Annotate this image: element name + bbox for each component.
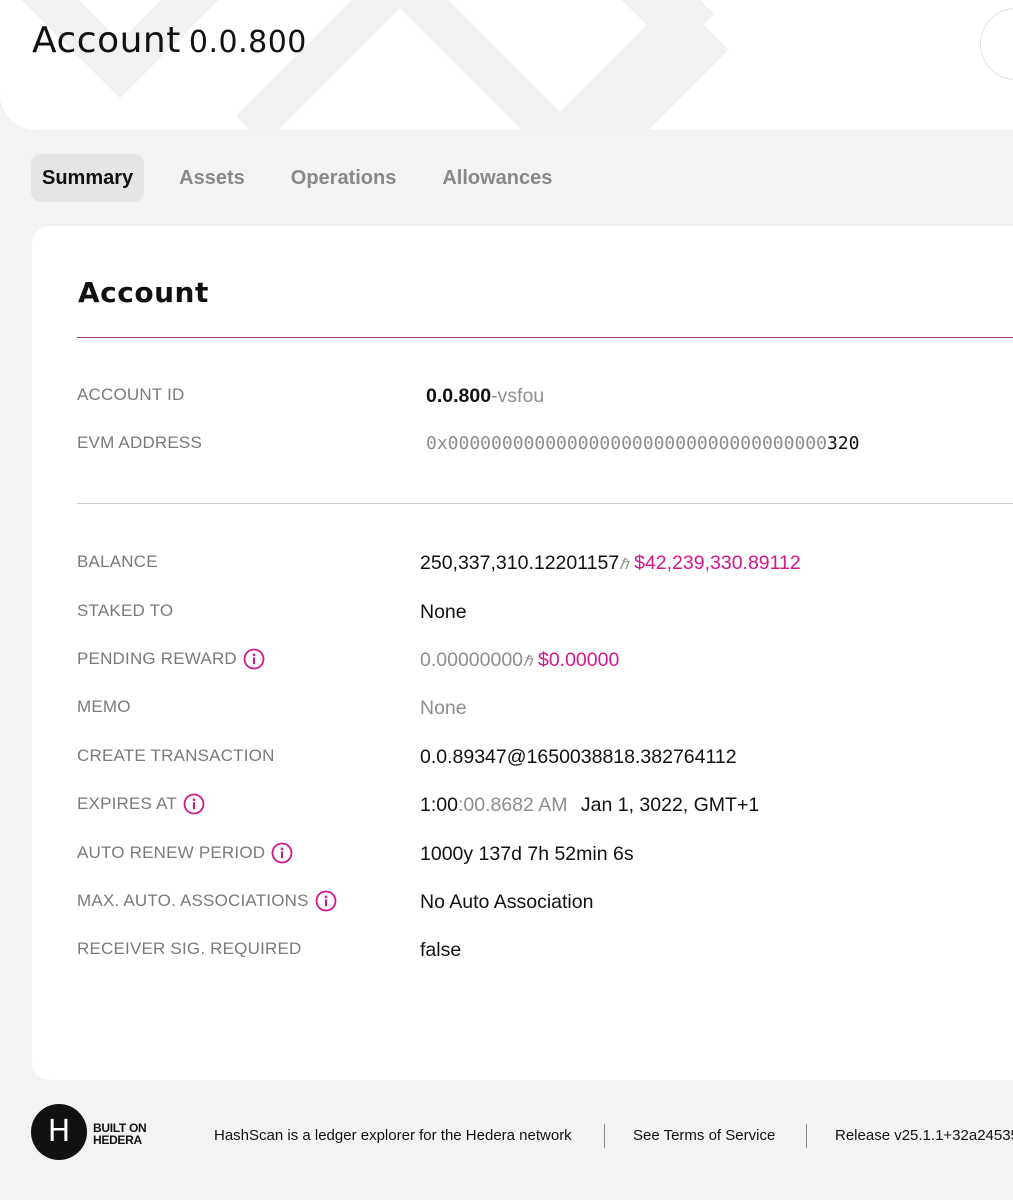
account-id-value: 0.0.800-vsfou xyxy=(426,383,544,409)
info-circle-icon[interactable] xyxy=(243,648,265,670)
staked-to-value: None xyxy=(420,601,467,623)
auto-renew-label-wrap: AUTO RENEW PERIOD xyxy=(77,841,293,865)
title-divider xyxy=(77,337,1013,338)
tab-allowances[interactable]: Allowances xyxy=(431,154,563,202)
max-assoc-value: No Auto Association xyxy=(420,891,594,913)
max-assoc-label: MAX. AUTO. ASSOCIATIONS xyxy=(77,891,309,910)
row-evm-address: EVM ADDRESS 0x00000000000000000000000000… xyxy=(77,431,1013,461)
row-create-transaction: CREATE TRANSACTION 0.0.89347@1650038818.… xyxy=(77,744,1013,774)
row-max-auto-associations: MAX. AUTO. ASSOCIATIONS No Auto Associat… xyxy=(77,889,1013,919)
built-on-line2: HEDERA xyxy=(93,1133,142,1147)
card-title: Account xyxy=(78,276,209,309)
account-id-checksum: -vsfou xyxy=(491,385,545,407)
account-card: Account ACCOUNT ID 0.0.800-vsfou EVM ADD… xyxy=(32,226,1013,1080)
row-auto-renew-period: AUTO RENEW PERIOD 1000y 137d 7h 52min 6s xyxy=(77,841,1013,871)
tab-bar: Summary Assets Operations Allowances xyxy=(31,154,587,202)
row-receiver-sig-required: RECEIVER SIG. REQUIRED false xyxy=(77,937,1013,967)
section-divider xyxy=(77,503,1013,504)
expires-time-fraction: :00.8682 AM xyxy=(457,794,568,816)
create-transaction-label: CREATE TRANSACTION xyxy=(77,746,275,765)
max-assoc-label-wrap: MAX. AUTO. ASSOCIATIONS xyxy=(77,889,337,913)
evm-address-label: EVM ADDRESS xyxy=(77,433,203,452)
auto-renew-label: AUTO RENEW PERIOD xyxy=(77,843,266,862)
row-account-id: ACCOUNT ID 0.0.800-vsfou xyxy=(77,383,1013,413)
balance-label: BALANCE xyxy=(77,552,158,571)
expires-at-value: 1:00:00.8682 AM Jan 1, 3022, GMT+1 xyxy=(420,792,759,818)
info-circle-icon[interactable] xyxy=(271,842,293,864)
tab-summary[interactable]: Summary xyxy=(31,154,145,202)
balance-usd: $42,239,330.89112 xyxy=(634,552,801,574)
evm-address-prefix: 0x00000000000000000000000000000000000 xyxy=(426,433,827,454)
expires-at-label-wrap: EXPIRES AT xyxy=(77,792,205,816)
page-header: Account 0.0.800 xyxy=(0,0,1013,130)
pending-reward-label: PENDING REWARD xyxy=(77,649,237,668)
account-id-number: 0.0.800 xyxy=(426,385,492,407)
expires-date: Jan 1, 3022, GMT+1 xyxy=(580,794,760,816)
account-id-label: ACCOUNT ID xyxy=(77,385,185,404)
footer-tagline: HashScan is a ledger explorer for the He… xyxy=(214,1127,572,1144)
row-staked-to: STAKED TO None xyxy=(77,599,1013,629)
row-pending-reward: PENDING REWARD 0.00000000ℏ $0.00000 xyxy=(77,647,1013,677)
footer-separator xyxy=(806,1124,807,1148)
receiver-sig-label: RECEIVER SIG. REQUIRED xyxy=(77,939,302,958)
expires-time-main: 1:00 xyxy=(420,794,458,816)
footer: H BUILT ON HEDERA HashScan is a ledger e… xyxy=(0,1080,1013,1200)
staked-to-label: STAKED TO xyxy=(77,601,174,620)
memo-value: None xyxy=(420,697,467,719)
pending-reward-hbar: 0.00000000 xyxy=(420,649,524,671)
terms-of-service-link[interactable]: See Terms of Service xyxy=(633,1127,775,1144)
balance-hbar: 250,337,310.12201157 xyxy=(420,552,620,574)
pending-reward-usd: $0.00000 xyxy=(537,649,620,671)
built-on-hedera: BUILT ON HEDERA xyxy=(93,1122,147,1147)
expires-at-label: EXPIRES AT xyxy=(77,794,177,813)
hedera-logo-icon[interactable]: H xyxy=(31,1104,87,1160)
tab-operations[interactable]: Operations xyxy=(280,154,408,202)
footer-separator xyxy=(604,1124,605,1148)
info-circle-icon[interactable] xyxy=(315,890,337,912)
hbar-symbol: ℏ xyxy=(619,556,629,573)
receiver-sig-value: false xyxy=(420,939,462,961)
balance-value: 250,337,310.12201157ℏ $42,239,330.89112 xyxy=(420,550,801,576)
row-memo: MEMO None xyxy=(77,695,1013,725)
pending-reward-label-wrap: PENDING REWARD xyxy=(77,647,265,671)
evm-address-value[interactable]: 0x00000000000000000000000000000000000320 xyxy=(426,431,859,457)
row-balance: BALANCE 250,337,310.12201157ℏ $42,239,33… xyxy=(77,550,1013,580)
memo-label: MEMO xyxy=(77,697,131,716)
row-expires-at: EXPIRES AT 1:00:00.8682 AM Jan 1, 3022, … xyxy=(77,792,1013,822)
create-transaction-link[interactable]: 0.0.89347@1650038818.382764112 xyxy=(420,744,737,770)
release-version: Release v25.1.1+32a24535 xyxy=(835,1127,1013,1144)
page-title: Account 0.0.800 xyxy=(32,20,307,61)
auto-renew-value: 1000y 137d 7h 52min 6s xyxy=(420,843,634,865)
pending-reward-value: 0.00000000ℏ $0.00000 xyxy=(420,647,619,673)
hbar-symbol: ℏ xyxy=(523,653,533,670)
info-circle-icon[interactable] xyxy=(183,793,205,815)
page-title-text: Account xyxy=(32,20,181,61)
tab-assets[interactable]: Assets xyxy=(168,154,256,202)
evm-address-suffix: 320 xyxy=(826,433,860,454)
page-title-account-id: 0.0.800 xyxy=(188,25,307,60)
